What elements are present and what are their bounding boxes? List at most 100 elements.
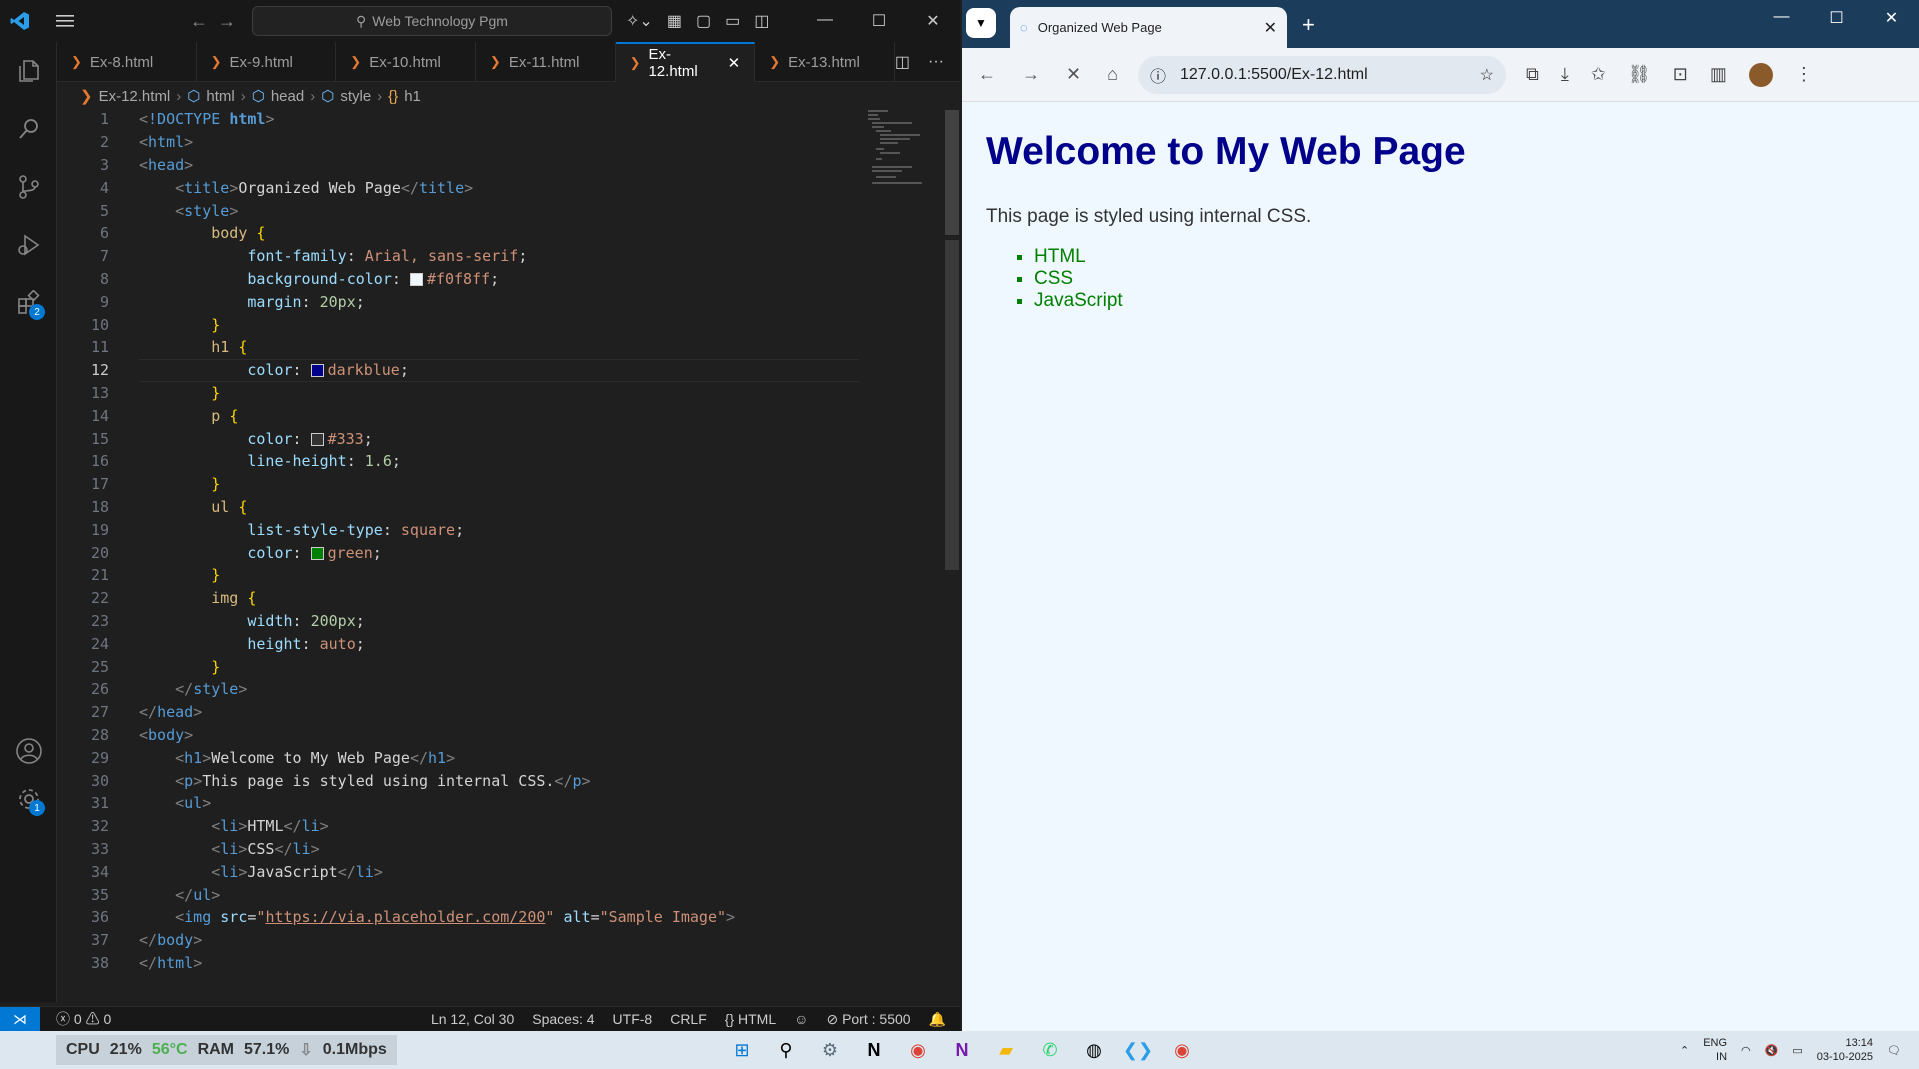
split-editor-icon[interactable]: ◫ bbox=[895, 52, 910, 72]
tab-ex-12[interactable]: ❯ Ex-12.html ✕ bbox=[615, 42, 756, 82]
wifi-icon[interactable]: ◠ bbox=[1741, 1044, 1751, 1057]
menu-kebab-icon[interactable]: ⋮ bbox=[1795, 64, 1813, 85]
code-line[interactable]: 6 body { bbox=[57, 222, 265, 245]
maximize-button[interactable]: ☐ bbox=[852, 11, 906, 31]
code-line[interactable]: 14 p { bbox=[57, 404, 238, 427]
breadcrumb-item[interactable]: Ex-12.html bbox=[99, 88, 171, 105]
back-arrow-icon[interactable]: ← bbox=[190, 11, 208, 32]
code-line[interactable]: 2 <html> bbox=[57, 131, 193, 154]
breadcrumb-item[interactable]: style bbox=[340, 88, 371, 105]
code-line[interactable]: 17 } bbox=[57, 473, 220, 496]
encoding[interactable]: UTF-8 bbox=[613, 1011, 653, 1027]
problems-indicator[interactable]: ⓧ 0 ⚠ 0 bbox=[56, 1009, 111, 1029]
bookmark-star-icon[interactable]: ☆ bbox=[1480, 65, 1494, 85]
code-line[interactable]: 5 <style> bbox=[57, 199, 238, 222]
onenote-icon[interactable]: N bbox=[948, 1036, 976, 1064]
settings-gear-icon[interactable]: 1 bbox=[0, 770, 57, 828]
whatsapp-icon[interactable]: ✆ bbox=[1036, 1036, 1064, 1064]
toggle-panel-icon[interactable]: ▭ bbox=[725, 11, 740, 31]
file-explorer-icon[interactable]: ▰ bbox=[992, 1036, 1020, 1064]
close-tab-icon[interactable]: ✕ bbox=[1264, 18, 1277, 38]
code-line[interactable]: 31 <ul> bbox=[57, 792, 211, 815]
start-windows-icon[interactable]: ⊞ bbox=[728, 1036, 756, 1064]
code-line[interactable]: 27 </head> bbox=[57, 701, 202, 724]
scrollbar-thumb[interactable] bbox=[945, 110, 959, 235]
tab-ex-9[interactable]: ❯ Ex-9.html bbox=[197, 42, 337, 82]
code-line[interactable]: 28 <body> bbox=[57, 724, 193, 747]
code-line[interactable]: 24 height: auto; bbox=[57, 632, 365, 655]
code-line[interactable]: 4 <title>Organized Web Page</title> bbox=[57, 176, 473, 199]
live-server-port[interactable]: ⊘ Port : 5500 bbox=[826, 1011, 910, 1028]
notification-icon[interactable]: 🗨 bbox=[1887, 1044, 1901, 1057]
code-line[interactable]: 13 } bbox=[57, 382, 220, 405]
tab-ex-11[interactable]: ❯ Ex-11.html bbox=[476, 42, 616, 82]
code-line[interactable]: 9 margin: 20px; bbox=[57, 290, 365, 313]
mute-icon[interactable]: 🔇 bbox=[1765, 1044, 1779, 1057]
battery-icon[interactable]: ▭ bbox=[1792, 1044, 1802, 1057]
home-icon[interactable]: ⌂ bbox=[1107, 64, 1118, 85]
code-line[interactable]: 1 <!DOCTYPE html> bbox=[57, 108, 275, 131]
performance-widget[interactable]: CPU 21% 56°C RAM 57.1% ⇩ 0.1Mbps bbox=[56, 1035, 397, 1065]
explorer-icon[interactable] bbox=[0, 42, 57, 100]
code-line[interactable]: 16 line-height: 1.6; bbox=[57, 450, 401, 473]
code-line[interactable]: 33 <li>CSS</li> bbox=[57, 838, 320, 861]
settings-gear-icon[interactable]: ⚙ bbox=[816, 1036, 844, 1064]
clock[interactable]: 13:14 03-10-2025 bbox=[1817, 1036, 1873, 1064]
code-line[interactable]: 21 } bbox=[57, 564, 220, 587]
code-line[interactable]: 34 <li>JavaScript</li> bbox=[57, 860, 383, 883]
code-line[interactable]: 23 width: 200px; bbox=[57, 610, 365, 633]
code-line[interactable]: 22 img { bbox=[57, 587, 256, 610]
link-icon[interactable]: ⛓ bbox=[1628, 64, 1651, 85]
forward-arrow-icon[interactable]: → bbox=[218, 11, 236, 32]
screenshot-icon[interactable]: ⊡ bbox=[1673, 64, 1688, 85]
chrome-dev-icon[interactable]: ◉ bbox=[1168, 1036, 1196, 1064]
close-tab-icon[interactable]: ✕ bbox=[728, 54, 741, 72]
minimize-button[interactable]: — bbox=[798, 11, 852, 31]
github-desktop-icon[interactable]: ◍ bbox=[1080, 1036, 1108, 1064]
extensions-icon[interactable]: 2 bbox=[0, 274, 57, 332]
language-mode[interactable]: {} HTML bbox=[725, 1011, 776, 1027]
line-ending[interactable]: CRLF bbox=[670, 1011, 707, 1027]
code-line[interactable]: 11 h1 { bbox=[57, 336, 247, 359]
toggle-sidebar-icon[interactable]: ▢ bbox=[696, 11, 711, 31]
forward-icon[interactable]: → bbox=[1022, 64, 1040, 85]
cursor-position[interactable]: Ln 12, Col 30 bbox=[431, 1011, 514, 1027]
minimap[interactable] bbox=[866, 108, 936, 188]
remote-icon[interactable]: ⋊ bbox=[0, 1006, 40, 1032]
layout-customize-icon[interactable]: ▦ bbox=[667, 11, 682, 31]
code-line[interactable]: 36 <img src="https://via.placeholder.com… bbox=[57, 906, 735, 929]
site-info-icon[interactable]: ⓘ bbox=[1150, 63, 1166, 87]
tab-ex-8[interactable]: ❯ Ex-8.html bbox=[57, 42, 197, 82]
tab-ex-10[interactable]: ❯ Ex-10.html bbox=[336, 42, 476, 82]
address-bar[interactable]: ⓘ 127.0.0.1:5500/Ex-12.html ☆ bbox=[1137, 55, 1506, 94]
sidebar-icon[interactable]: ▥ bbox=[1710, 64, 1727, 85]
breadcrumb-item[interactable]: h1 bbox=[404, 88, 421, 105]
favorites-icon[interactable]: ✩ bbox=[1591, 64, 1606, 85]
copilot-icon[interactable]: ✧⌄ bbox=[626, 11, 653, 31]
notion-icon[interactable]: N bbox=[860, 1036, 888, 1064]
code-line[interactable]: 10 } bbox=[57, 313, 220, 336]
chrome-icon[interactable]: ◉ bbox=[904, 1036, 932, 1064]
code-line[interactable]: 29 <h1>Welcome to My Web Page</h1> bbox=[57, 746, 455, 769]
indentation[interactable]: Spaces: 4 bbox=[532, 1011, 594, 1027]
code-line[interactable]: 32 <li>HTML</li> bbox=[57, 815, 329, 838]
toggle-secondary-sidebar-icon[interactable]: ◫ bbox=[754, 11, 769, 31]
code-line[interactable]: 37 </body> bbox=[57, 929, 202, 952]
tab-search-button[interactable]: ▼ bbox=[966, 8, 996, 38]
vscode-icon[interactable]: ❮❯ bbox=[1123, 1036, 1153, 1064]
run-debug-icon[interactable] bbox=[0, 216, 57, 274]
back-icon[interactable]: ← bbox=[978, 64, 996, 85]
copilot-status-icon[interactable]: ☺ bbox=[794, 1011, 808, 1027]
code-line[interactable]: 18 ul { bbox=[57, 496, 247, 519]
stop-loading-icon[interactable]: ✕ bbox=[1066, 64, 1081, 85]
code-editor[interactable]: 1 <!DOCTYPE html> 2 <html> 3 <head> 4 <title>O… bbox=[57, 108, 943, 998]
maximize-button[interactable]: ☐ bbox=[1809, 8, 1864, 28]
browser-tab[interactable]: ◌ Organized Web Page ✕ bbox=[1010, 7, 1287, 48]
chevron-up-icon[interactable]: ⌃ bbox=[1680, 1044, 1689, 1057]
code-line[interactable]: 26 </style> bbox=[57, 678, 247, 701]
source-control-icon[interactable] bbox=[0, 158, 57, 216]
menu-icon[interactable] bbox=[40, 14, 90, 28]
code-line[interactable]: 25 } bbox=[57, 655, 220, 678]
breadcrumb-item[interactable]: head bbox=[271, 88, 304, 105]
search-icon[interactable] bbox=[0, 100, 57, 158]
